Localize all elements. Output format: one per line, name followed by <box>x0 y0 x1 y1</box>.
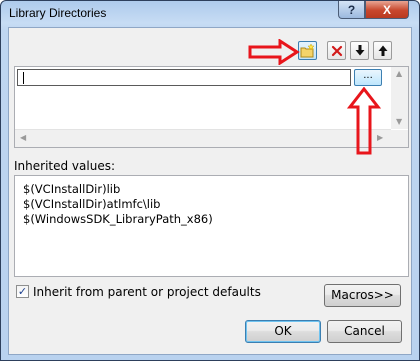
scrollbar-corner <box>391 130 408 147</box>
close-button[interactable]: X <box>365 1 409 19</box>
macros-button[interactable]: Macros>> <box>324 284 401 307</box>
arrow-up-icon <box>378 45 387 56</box>
inherited-value: $(VCInstallDir)atlmfc\lib <box>23 197 161 211</box>
help-button[interactable]: ? <box>338 1 365 19</box>
delete-icon <box>331 45 342 56</box>
new-folder-icon <box>300 43 315 57</box>
title-bar[interactable]: Library Directories ? X <box>1 1 419 25</box>
scroll-up-icon[interactable]: ▲ <box>396 69 402 78</box>
move-up-button[interactable] <box>373 41 392 60</box>
arrow-down-icon <box>355 45 364 56</box>
annotation-arrow-up-icon <box>347 87 381 155</box>
cancel-button[interactable]: Cancel <box>327 320 402 343</box>
vertical-scrollbar[interactable]: ▲ ▼ <box>391 67 408 129</box>
new-line-button[interactable] <box>298 41 317 60</box>
inherited-value: $(WindowsSDK_LibraryPath_x86) <box>23 212 213 226</box>
inherit-checkbox[interactable]: ✓ <box>16 285 29 298</box>
scroll-left-icon[interactable]: ◀ <box>20 133 26 142</box>
horizontal-scrollbar[interactable]: ◀ ▶ <box>15 129 391 147</box>
ok-button[interactable]: OK <box>245 320 321 343</box>
delete-line-button[interactable] <box>327 41 346 60</box>
inherited-values-label: Inherited values: <box>14 159 115 173</box>
dialog-client-area: ... ▲ ▼ ◀ ▶ Inherited values: $(VCInstal… <box>8 27 412 355</box>
browse-button[interactable]: ... <box>354 69 382 86</box>
inherited-values-box: $(VCInstallDir)lib $(VCInstallDir)atlmfc… <box>14 175 409 277</box>
annotation-arrow-right-icon <box>248 39 300 65</box>
dialog-window: Library Directories ? X ... ▲ ▼ ◀ ▶ Inhe… <box>0 0 420 361</box>
directory-entry-input[interactable] <box>17 69 351 86</box>
inherited-value: $(VCInstallDir)lib <box>23 182 121 196</box>
move-down-button[interactable] <box>350 41 369 60</box>
inherit-checkbox-label[interactable]: Inherit from parent or project defaults <box>33 285 261 299</box>
window-title: Library Directories <box>9 6 107 20</box>
text-caret <box>23 72 24 84</box>
scroll-down-icon[interactable]: ▼ <box>396 117 402 126</box>
